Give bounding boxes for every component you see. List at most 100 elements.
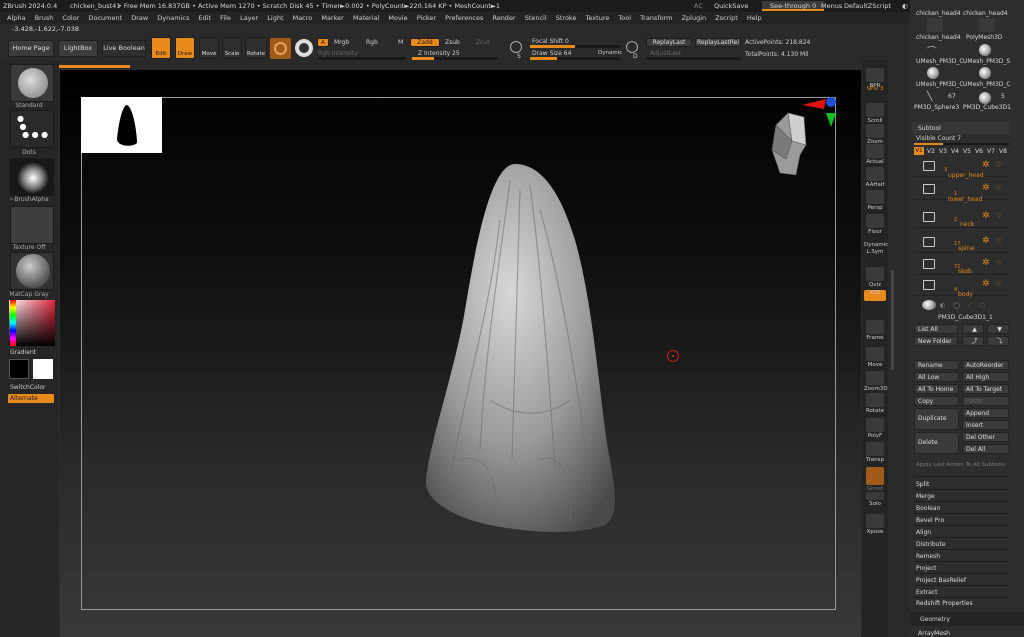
see-through-slider[interactable]: See-through 0 xyxy=(762,1,825,11)
menu-material[interactable]: Material xyxy=(353,14,379,22)
zsub-button[interactable]: Zsub xyxy=(445,39,460,46)
default-zscript[interactable]: DefaultZScript xyxy=(844,0,891,12)
menu-layer[interactable]: Layer xyxy=(240,14,258,22)
menu-zplugin[interactable]: Zplugin xyxy=(682,14,707,22)
aahalf-button[interactable]: AAHalf xyxy=(864,167,886,188)
move-button[interactable]: Move xyxy=(199,37,219,59)
gear-icon[interactable]: ✲ xyxy=(982,258,990,268)
draw-size-slider[interactable] xyxy=(530,57,620,60)
adjust-last-label[interactable]: AdjustLast xyxy=(650,50,681,57)
menu-stencil[interactable]: Stencil xyxy=(525,14,547,22)
subtool-folder-spine[interactable]: 17 spine ✲ ♡ xyxy=(914,233,1010,253)
zoom-button[interactable]: Zoom xyxy=(864,124,886,145)
menu-transform[interactable]: Transform xyxy=(640,14,672,22)
eye-icon[interactable]: ♡ xyxy=(996,280,1002,288)
eye-icon[interactable]: ♡ xyxy=(996,184,1002,192)
menu-brush[interactable]: Brush xyxy=(35,14,54,22)
eye-icon[interactable]: ♡ xyxy=(996,237,1002,245)
rotate-button[interactable]: Rotate xyxy=(245,37,267,59)
zadd-button[interactable]: Zadd xyxy=(410,38,440,47)
xpose-button[interactable]: Xpose xyxy=(864,514,886,535)
lsym-button[interactable]: L.Sym xyxy=(864,249,886,255)
tool-name-1[interactable]: chicken_head4 xyxy=(916,10,961,17)
split-section[interactable]: Split xyxy=(916,481,929,488)
scroll-button[interactable]: Scroll xyxy=(864,103,886,124)
menu-color[interactable]: Color xyxy=(62,14,79,22)
arrow-down-icon[interactable]: ▼ xyxy=(987,324,1009,334)
align-section[interactable]: Align xyxy=(916,529,931,536)
thumbnail-view[interactable] xyxy=(81,97,162,153)
gear-icon[interactable]: ✲ xyxy=(982,279,990,289)
tab-v6[interactable]: V6 xyxy=(975,148,983,155)
menu-texture[interactable]: Texture xyxy=(586,14,610,22)
tool-name-9[interactable]: PM3D_Sphere3 xyxy=(914,104,959,111)
switch-color-button[interactable]: SwitchColor xyxy=(10,384,46,391)
actual-button[interactable]: Actual xyxy=(864,144,886,165)
gizmo-icon[interactable] xyxy=(295,39,313,57)
delete-button[interactable]: Delete xyxy=(914,432,959,454)
replay-last-rel-button[interactable]: ReplayLastRel xyxy=(695,38,741,47)
navigation-head-icon[interactable] xyxy=(766,95,838,180)
remesh-section[interactable]: Remesh xyxy=(916,553,940,560)
insert-button[interactable]: Insert xyxy=(962,420,1009,430)
gear-icon[interactable]: ✲ xyxy=(982,236,990,246)
redshift-properties-section[interactable]: Redshift Properties xyxy=(916,600,973,607)
menu-marker[interactable]: Marker xyxy=(321,14,343,22)
paste-button[interactable]: Paste xyxy=(962,396,1009,406)
tool-name-2[interactable]: chicken_head4 xyxy=(963,10,1008,17)
scale-button[interactable]: Scale xyxy=(222,37,242,59)
eye-icon[interactable]: ♡ xyxy=(996,212,1002,220)
visible-count-slider[interactable]: Visible Count 7 xyxy=(916,135,961,142)
mrgb-button[interactable]: Mrgb xyxy=(334,39,349,46)
polyf-button[interactable]: PolyF xyxy=(864,418,886,439)
menu-dynamics[interactable]: Dynamics xyxy=(157,14,189,22)
menu-picker[interactable]: Picker xyxy=(417,14,436,22)
focal-shift-slider[interactable] xyxy=(530,45,620,48)
menu-alpha[interactable]: Alpha xyxy=(7,14,25,22)
draw-button[interactable]: Draw xyxy=(175,37,195,59)
gear-icon[interactable]: ✲ xyxy=(982,183,990,193)
tool-name-6[interactable]: UMesh_PM3D_S xyxy=(963,58,1010,65)
apply-last-action-button[interactable]: Apply Last Action To All Subtools xyxy=(916,462,1005,468)
tool-name-4[interactable]: PolyMesh3D xyxy=(966,34,1003,41)
subtool-folder-lower-head[interactable]: 1 lower_head ✲ ♡ xyxy=(914,180,1010,203)
del-other-button[interactable]: Del Other xyxy=(962,432,1009,442)
tab-v3[interactable]: V3 xyxy=(939,148,947,155)
zoom3d-button[interactable]: Zoom3D xyxy=(864,371,888,392)
gear-icon[interactable]: ✲ xyxy=(982,160,990,170)
arraymesh-header[interactable]: ArrayMesh xyxy=(918,630,950,637)
bevel-pro-section[interactable]: Bevel Pro xyxy=(916,517,944,524)
standard-brush-button[interactable] xyxy=(10,64,54,102)
move-view-button[interactable]: Move xyxy=(864,347,886,368)
brush-alpha-button[interactable] xyxy=(10,158,54,196)
boolean-section[interactable]: Boolean xyxy=(916,505,940,512)
tab-v5[interactable]: V5 xyxy=(963,148,971,155)
project-section[interactable]: Project xyxy=(916,565,937,572)
menu-draw[interactable]: Draw xyxy=(131,14,148,22)
project-basrelief-section[interactable]: Project BasRelief xyxy=(916,577,966,584)
sculpt-mesh[interactable] xyxy=(420,160,620,540)
transp-button[interactable]: Transp xyxy=(864,442,886,463)
menu-file[interactable]: File xyxy=(220,14,231,22)
extract-section[interactable]: Extract xyxy=(916,589,938,596)
secondary-color-swatch[interactable] xyxy=(33,359,53,379)
copy-button[interactable]: Copy xyxy=(914,396,959,406)
all-low-button[interactable]: All Low xyxy=(914,372,959,382)
live-boolean-button[interactable]: Live Boolean xyxy=(102,40,146,57)
sculptris-pro-icon[interactable] xyxy=(270,38,291,59)
geometry-header[interactable]: Geometry xyxy=(910,612,1024,626)
subtool-row-icons[interactable]: ◐ ◯ ⟋ ◌ xyxy=(940,302,988,310)
eye-icon[interactable]: ♡ xyxy=(996,259,1002,267)
all-to-target-button[interactable]: All To Target xyxy=(962,384,1009,394)
spix-button[interactable]: SPix 3 xyxy=(864,86,886,92)
menu-stroke[interactable]: Stroke xyxy=(556,14,577,22)
solo-button[interactable]: Solo xyxy=(864,492,886,507)
menu-document[interactable]: Document xyxy=(88,14,122,22)
subtool-folder-skob[interactable]: 72 skob ✲ ♡ xyxy=(914,255,1010,275)
distribute-section[interactable]: Distribute xyxy=(916,541,946,548)
visible-count-track[interactable] xyxy=(914,143,1010,145)
tab-v7[interactable]: V7 xyxy=(987,148,995,155)
tab-v8[interactable]: V8 xyxy=(999,148,1007,155)
rename-button[interactable]: Rename xyxy=(914,360,959,370)
subtool-folder-body[interactable]: 4 body ✲ ♡ xyxy=(914,276,1010,298)
